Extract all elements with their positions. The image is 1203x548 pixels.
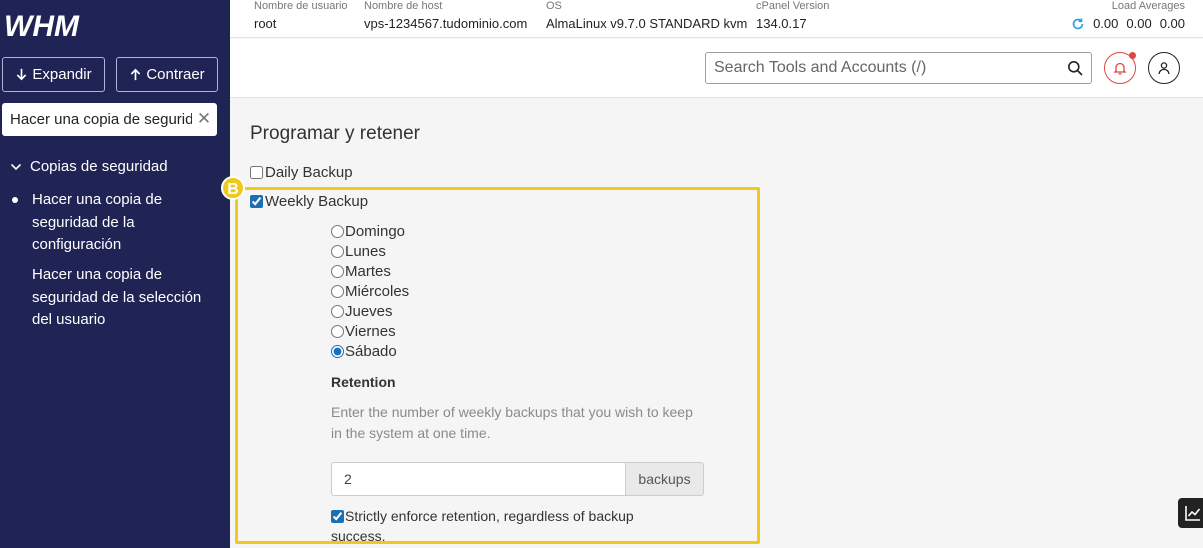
strict-retention-checkbox[interactable] — [331, 510, 344, 523]
day-radio[interactable] — [331, 225, 344, 238]
clear-icon[interactable]: ✕ — [196, 110, 212, 128]
expand-button[interactable]: Expandir — [2, 57, 105, 92]
hostname-value: vps-1234567.tudominio.com — [364, 16, 528, 31]
load-label: Load Averages — [1111, 0, 1185, 12]
day-label: Martes — [345, 263, 391, 280]
collapse-label: Contraer — [146, 66, 205, 83]
whm-logo[interactable]: WHM — [4, 10, 99, 40]
day-option-jueves[interactable]: Jueves — [331, 303, 393, 320]
weekly-backup-checkbox[interactable] — [250, 195, 263, 208]
load-values: 0.00 0.00 0.00 — [1071, 17, 1185, 31]
arrow-up-icon — [131, 68, 141, 81]
bell-icon — [1113, 62, 1127, 75]
load-1: 0.00 — [1093, 16, 1119, 31]
info-hostname: Nombre de host vps-1234567.tudominio.com — [364, 0, 527, 31]
header — [230, 39, 1203, 98]
strict-retention-option[interactable]: Strictly enforce retention, regardless o… — [331, 506, 671, 546]
version-label: cPanel Version — [756, 0, 830, 12]
day-label: Miércoles — [345, 283, 410, 300]
retention-count-input[interactable] — [331, 462, 625, 496]
weekly-backup-label: Weekly Backup — [265, 193, 369, 210]
trend-chart-icon — [1185, 506, 1201, 521]
day-option-domingo[interactable]: Domingo — [331, 223, 405, 240]
strict-retention-label: Strictly enforce retention, regardless o… — [331, 508, 634, 544]
svg-text:WHM: WHM — [4, 10, 80, 40]
retention-help-text: Enter the number of weekly backups that … — [331, 404, 693, 441]
section-title: Programar y retener — [250, 123, 421, 144]
sidebar-item-backup-user-selection[interactable]: Hacer una copia de seguridad de la selec… — [32, 264, 212, 332]
info-os: OS AlmaLinux v9.7.0 STANDARD kvm — [546, 0, 747, 31]
notifications-button[interactable] — [1104, 52, 1136, 84]
daily-backup-checkbox[interactable] — [250, 166, 263, 179]
arrow-down-icon — [17, 68, 27, 81]
collapse-button[interactable]: Contraer — [116, 57, 218, 92]
sidebar-item-backup-config[interactable]: Hacer una copia de seguridad de la confi… — [32, 189, 212, 257]
day-option-sabado[interactable]: Sábado — [331, 343, 397, 360]
day-radio[interactable] — [331, 305, 344, 318]
day-radio[interactable] — [331, 345, 344, 358]
day-label: Domingo — [345, 223, 406, 240]
day-option-martes[interactable]: Martes — [331, 263, 391, 280]
chevron-down-icon — [10, 163, 22, 170]
retention-title: Retention — [331, 374, 396, 390]
os-label: OS — [546, 0, 562, 12]
step-marker-badge: B — [221, 176, 245, 200]
day-radio[interactable] — [331, 245, 344, 258]
sidebar-category-label: Copias de seguridad — [30, 158, 168, 175]
weekly-backup-option[interactable]: Weekly Backup — [250, 193, 368, 210]
day-radio[interactable] — [331, 265, 344, 278]
day-label: Viernes — [345, 323, 396, 340]
tool-search-input[interactable] — [706, 53, 1056, 83]
analytics-button[interactable] — [1178, 498, 1203, 528]
refresh-icon[interactable] — [1071, 17, 1085, 31]
user-icon — [1158, 62, 1170, 75]
day-option-lunes[interactable]: Lunes — [331, 243, 386, 260]
day-option-miercoles[interactable]: Miércoles — [331, 283, 409, 300]
load-2: 0.00 — [1126, 16, 1152, 31]
day-option-viernes[interactable]: Viernes — [331, 323, 396, 340]
username-label: Nombre de usuario — [254, 0, 348, 12]
day-label: Jueves — [345, 303, 393, 320]
sidebar: WHM Expandir Contraer ✕ Copias de seguri… — [0, 0, 230, 548]
notification-dot — [1129, 52, 1136, 59]
version-value: 134.0.17 — [756, 16, 807, 31]
user-menu-button[interactable] — [1148, 52, 1180, 84]
active-bullet — [12, 197, 18, 203]
expand-label: Expandir — [32, 66, 92, 83]
os-value: AlmaLinux v9.7.0 STANDARD kvm — [546, 16, 748, 31]
daily-backup-option[interactable]: Daily Backup — [250, 164, 353, 181]
info-load-averages: Load Averages 0.00 0.00 0.00 — [1071, 0, 1185, 31]
day-label: Lunes — [345, 243, 386, 260]
day-radio[interactable] — [331, 285, 344, 298]
load-3: 0.00 — [1159, 16, 1185, 31]
server-info-bar: Nombre de usuario root Nombre de host vp… — [230, 0, 1203, 38]
search-icon[interactable] — [1067, 60, 1083, 76]
sidebar-search: ✕ — [2, 103, 217, 136]
retention-input-group: backups — [331, 462, 704, 496]
tool-search — [705, 52, 1092, 84]
retention-unit: backups — [625, 462, 704, 496]
username-value: root — [254, 16, 277, 31]
info-username: Nombre de usuario root — [254, 0, 348, 31]
daily-backup-label: Daily Backup — [265, 164, 353, 181]
day-radio[interactable] — [331, 325, 344, 338]
sidebar-search-input[interactable] — [2, 103, 192, 136]
sidebar-category-backups[interactable]: Copias de seguridad — [10, 158, 168, 175]
hostname-label: Nombre de host — [364, 0, 443, 12]
info-version: cPanel Version 134.0.17 — [756, 0, 829, 31]
day-label: Sábado — [345, 343, 397, 360]
